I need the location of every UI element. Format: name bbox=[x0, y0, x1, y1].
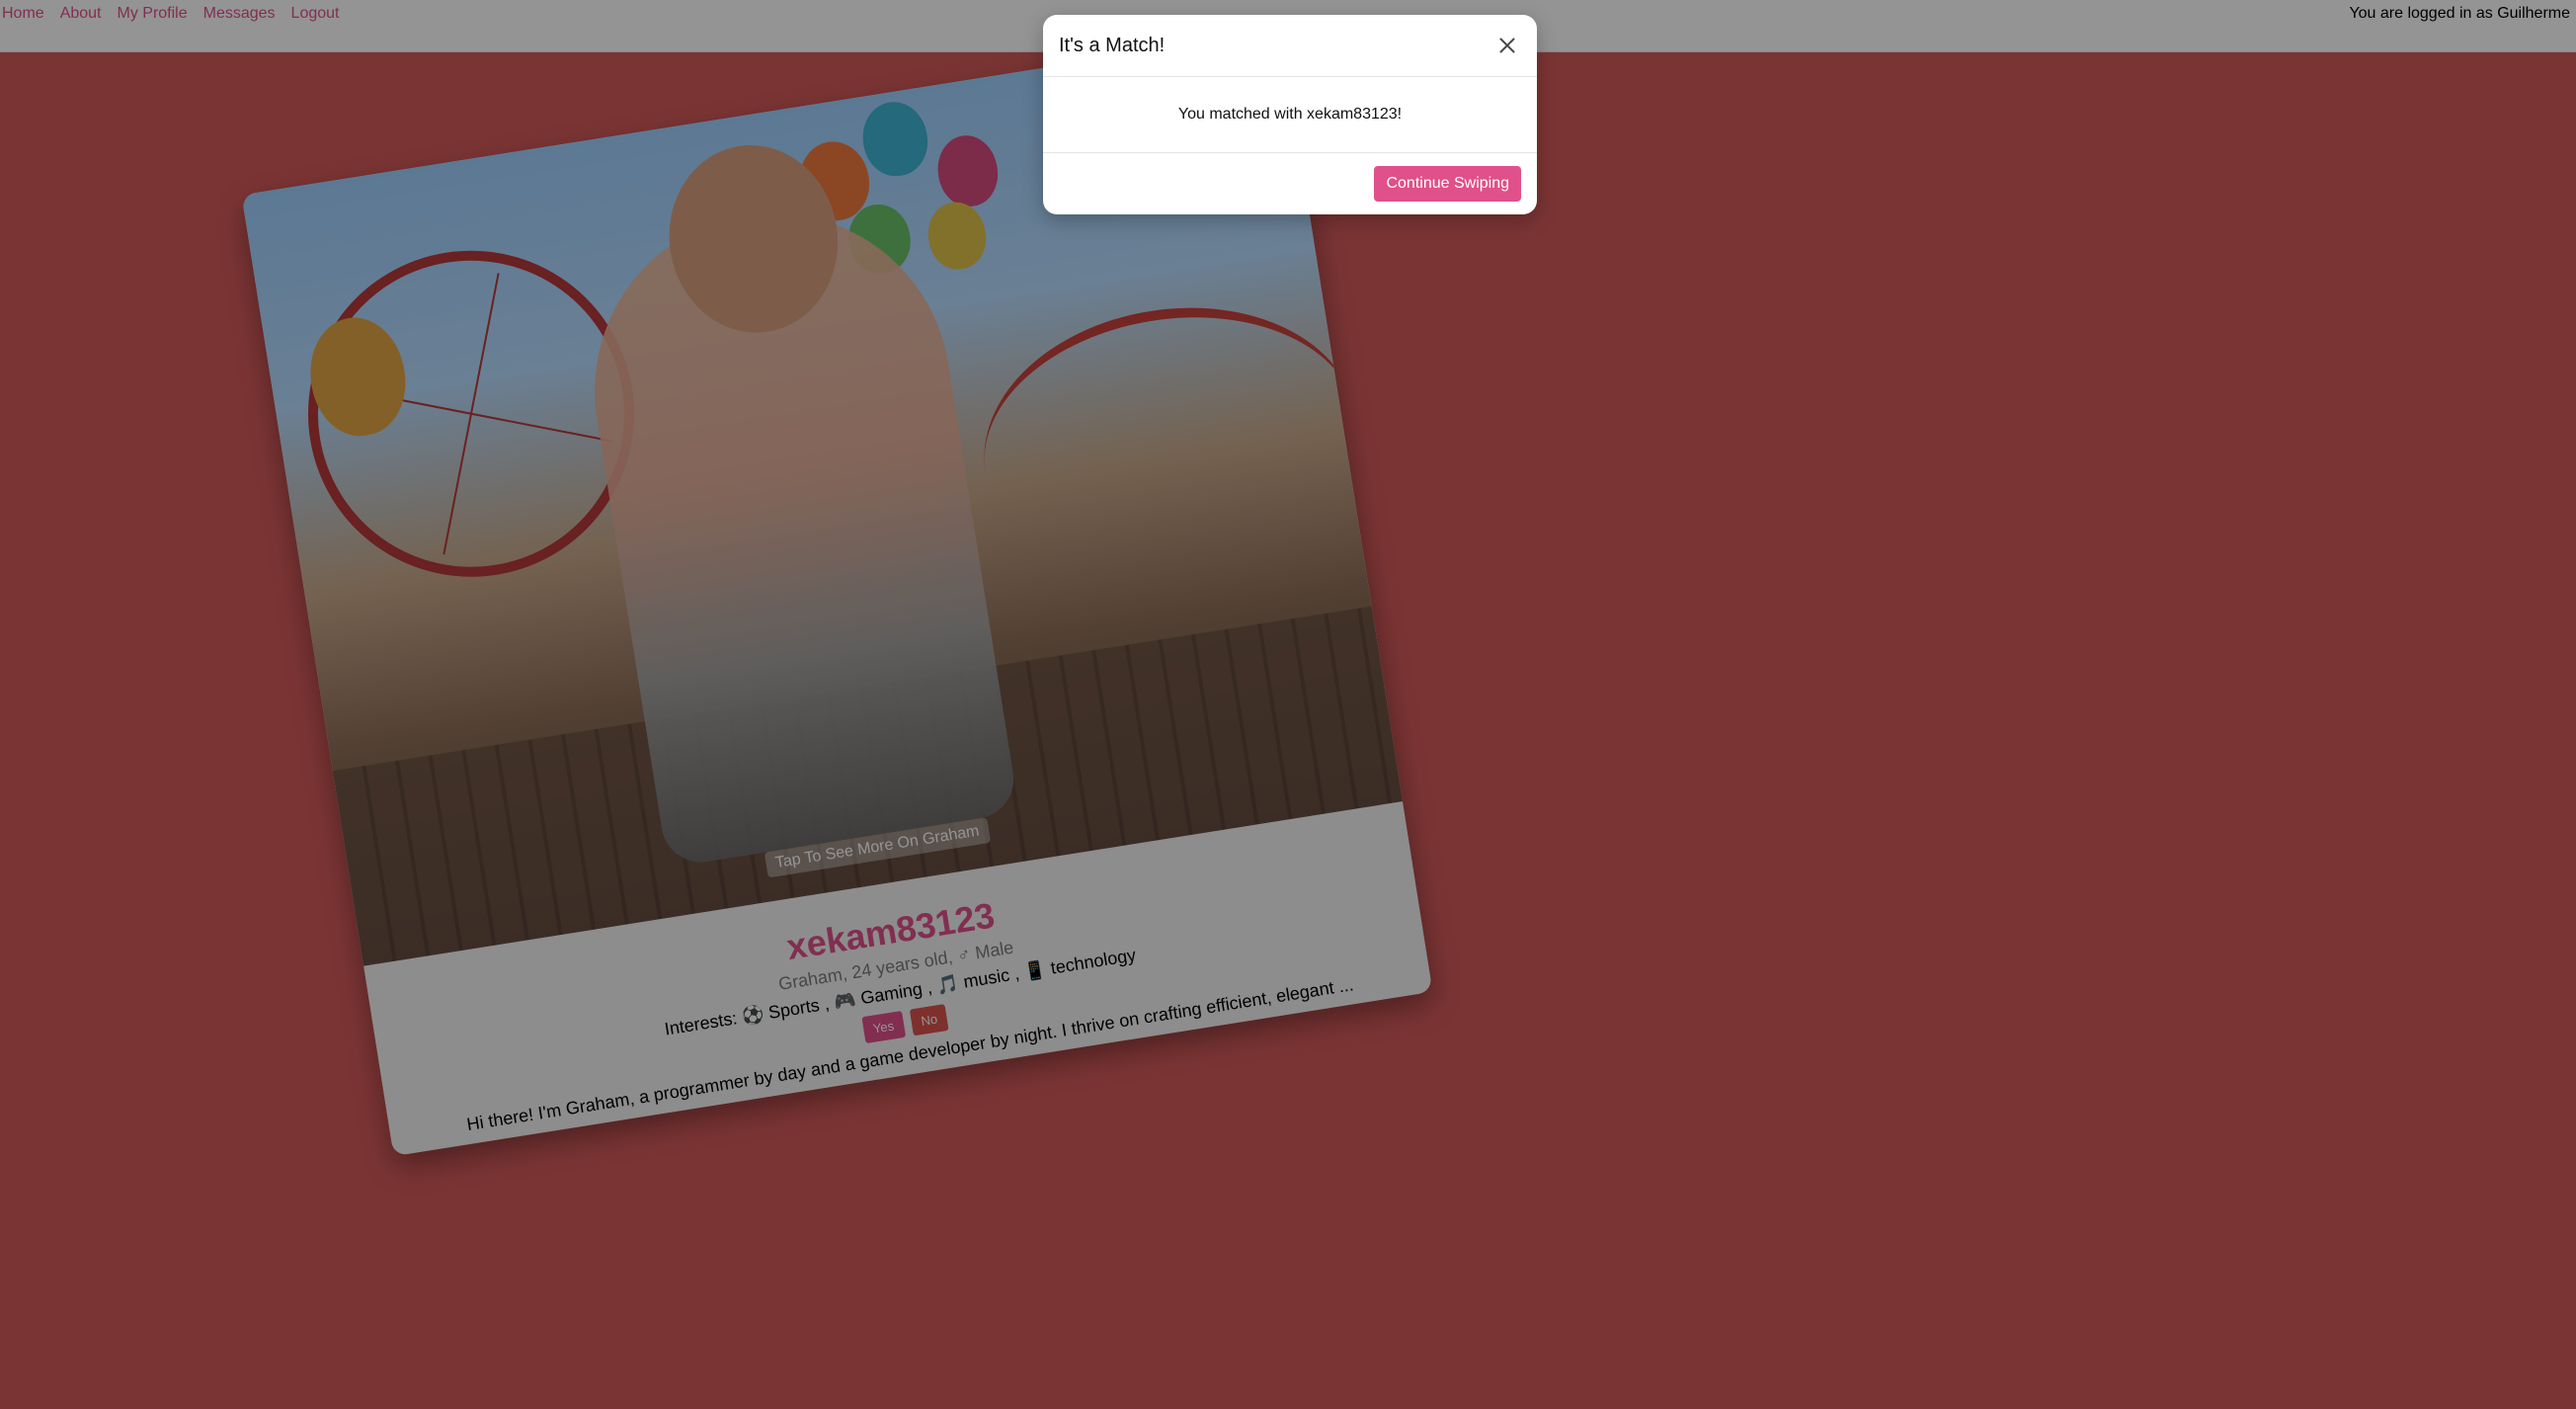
modal-footer: Continue Swiping bbox=[1043, 153, 1537, 214]
match-modal: It's a Match! You matched with xekam8312… bbox=[1043, 15, 1537, 214]
modal-header: It's a Match! bbox=[1043, 15, 1537, 77]
close-icon[interactable] bbox=[1493, 32, 1521, 59]
modal-body: You matched with xekam83123! bbox=[1043, 77, 1537, 153]
match-message: You matched with xekam83123! bbox=[1177, 106, 1403, 123]
continue-swiping-button[interactable]: Continue Swiping bbox=[1374, 166, 1521, 202]
modal-title: It's a Match! bbox=[1059, 34, 1166, 56]
